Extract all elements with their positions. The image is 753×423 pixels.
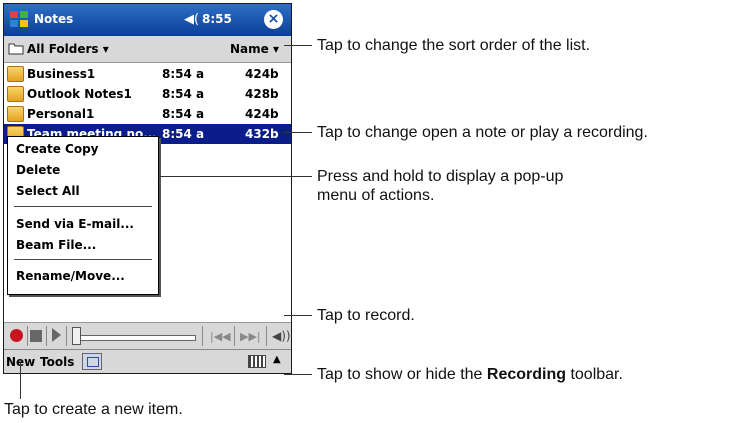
callout-line-new bbox=[20, 363, 21, 399]
note-row[interactable]: Business1 8:54 a 424b bbox=[4, 64, 291, 84]
note-size: 428b bbox=[245, 87, 279, 101]
callout-line-popup bbox=[158, 176, 312, 177]
playback-slider[interactable] bbox=[74, 335, 196, 341]
record-icon bbox=[10, 329, 23, 342]
keyboard-icon[interactable] bbox=[248, 355, 266, 368]
chevron-down-icon: ▾ bbox=[272, 42, 280, 56]
callout-new: Tap to create a new item. bbox=[4, 401, 183, 418]
recording-toolbar: |◀◀ ▶▶| ◀)) bbox=[4, 322, 291, 349]
divider bbox=[234, 326, 235, 346]
callout-line-open bbox=[284, 132, 312, 133]
menu-bar: New Tools ▲ bbox=[4, 349, 291, 373]
menu-separator bbox=[14, 259, 152, 260]
note-size: 432b bbox=[245, 127, 279, 141]
sort-label: Name bbox=[230, 42, 269, 56]
callout-line-sort bbox=[284, 45, 312, 46]
slider-thumb[interactable] bbox=[72, 327, 81, 345]
note-icon bbox=[7, 66, 24, 82]
popup-menu: Create Copy Delete Select All Send via E… bbox=[7, 136, 159, 295]
note-row[interactable]: Personal1 8:54 a 424b bbox=[4, 104, 291, 124]
callout-popup: Press and hold to display a pop-up menu o… bbox=[317, 167, 563, 205]
chevron-down-icon: ▾ bbox=[102, 42, 109, 56]
note-icon bbox=[7, 86, 24, 102]
callout-toolbar-suffix: toolbar. bbox=[566, 366, 623, 383]
menu-item-send-email[interactable]: Send via E-mail... bbox=[16, 217, 134, 231]
divider bbox=[27, 326, 28, 346]
callout-popup-line1: Press and hold to display a pop-up bbox=[317, 168, 564, 185]
divider bbox=[46, 326, 47, 346]
callout-toolbar: Tap to show or hide the Recording toolba… bbox=[317, 365, 623, 384]
divider bbox=[266, 326, 267, 346]
input-arrow-icon[interactable]: ▲ bbox=[273, 354, 281, 365]
folder-icon bbox=[8, 43, 24, 55]
folder-label: All Folders bbox=[27, 42, 99, 56]
speaker-icon[interactable]: ◀( bbox=[184, 12, 199, 27]
stop-button[interactable] bbox=[30, 330, 42, 342]
divider bbox=[66, 326, 67, 346]
note-time: 8:54 a bbox=[162, 67, 205, 81]
note-time: 8:54 a bbox=[162, 87, 205, 101]
menu-item-create-copy[interactable]: Create Copy bbox=[16, 142, 98, 156]
volume-icon[interactable]: ◀)) bbox=[272, 329, 291, 343]
callout-popup-line2: menu of actions. bbox=[317, 187, 435, 204]
note-name: Personal1 bbox=[27, 107, 95, 121]
callout-line-record bbox=[284, 315, 312, 316]
pocket-pc-screen: Notes ◀( 8:55 × All Folders ▾ Name ▾ Bus… bbox=[3, 3, 292, 374]
note-size: 424b bbox=[245, 67, 279, 81]
menu-separator bbox=[14, 206, 152, 207]
skip-forward-icon[interactable]: ▶▶| bbox=[240, 330, 261, 343]
sort-dropdown[interactable]: Name ▾ bbox=[230, 42, 279, 56]
folder-bar: All Folders ▾ Name ▾ bbox=[4, 36, 291, 63]
recording-toolbar-icon bbox=[87, 357, 99, 367]
note-row[interactable]: Outlook Notes1 8:54 a 428b bbox=[4, 84, 291, 104]
menu-item-delete[interactable]: Delete bbox=[16, 163, 60, 177]
record-button[interactable] bbox=[8, 327, 25, 344]
menu-item-select-all[interactable]: Select All bbox=[16, 184, 80, 198]
skip-back-icon[interactable]: |◀◀ bbox=[210, 330, 231, 343]
recording-toolbar-toggle[interactable] bbox=[82, 353, 102, 370]
callout-line-toolbar bbox=[284, 374, 312, 375]
note-time: 8:54 a bbox=[162, 127, 205, 141]
close-button[interactable]: × bbox=[264, 10, 283, 29]
clock[interactable]: 8:55 bbox=[202, 12, 232, 26]
start-menu-icon[interactable] bbox=[8, 8, 30, 30]
callout-open: Tap to change open a note or play a reco… bbox=[317, 124, 648, 141]
folder-dropdown[interactable]: All Folders ▾ bbox=[27, 42, 109, 56]
menu-item-rename-move[interactable]: Rename/Move... bbox=[16, 269, 125, 283]
note-icon bbox=[7, 106, 24, 122]
callout-toolbar-prefix: Tap to show or hide the bbox=[317, 366, 487, 383]
divider bbox=[202, 326, 203, 346]
note-time: 8:54 a bbox=[162, 107, 205, 121]
callout-record: Tap to record. bbox=[317, 307, 415, 324]
note-name: Outlook Notes1 bbox=[27, 87, 132, 101]
note-size: 424b bbox=[245, 107, 279, 121]
tools-menu[interactable]: Tools bbox=[40, 355, 74, 369]
callout-sort: Tap to change the sort order of the list… bbox=[317, 37, 591, 54]
app-title: Notes bbox=[34, 12, 74, 26]
title-bar: Notes ◀( 8:55 × bbox=[4, 4, 291, 36]
callout-toolbar-bold: Recording bbox=[486, 366, 567, 383]
note-name: Business1 bbox=[27, 67, 96, 81]
play-button[interactable] bbox=[52, 328, 61, 342]
menu-item-beam-file[interactable]: Beam File... bbox=[16, 238, 96, 252]
